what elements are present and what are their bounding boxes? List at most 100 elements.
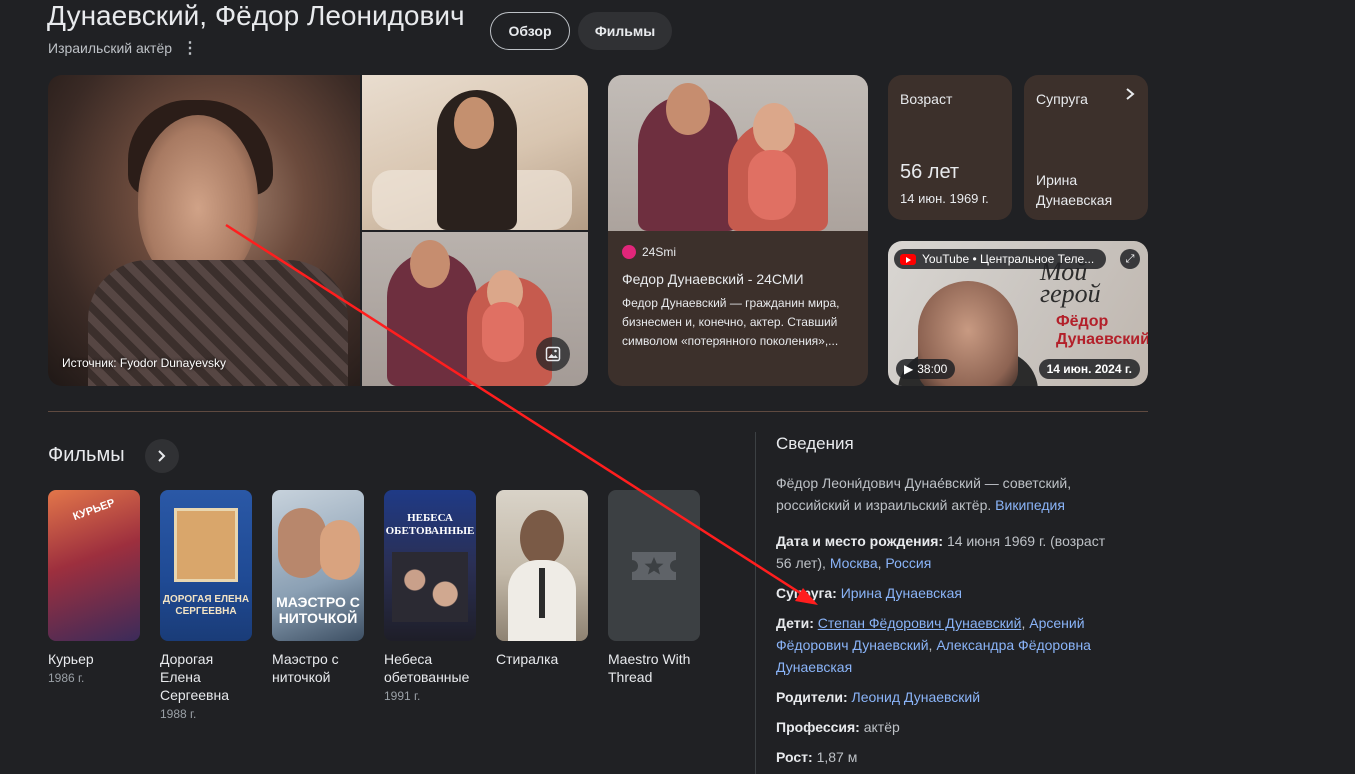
birth-label: Дата и место рождения: xyxy=(776,533,944,549)
movie-ticket-icon xyxy=(632,551,676,580)
info-parents: Родители: Леонид Дунаевский xyxy=(776,686,1106,708)
video-channel-bar: YouTube • Центральное Теле... xyxy=(894,249,1106,269)
spouse-link[interactable]: Ирина Дунаевская xyxy=(841,585,962,601)
article-title[interactable]: Федор Дунаевский - 24СМИ xyxy=(622,271,804,287)
poster-face xyxy=(278,508,326,578)
info-profession: Профессия: актёр xyxy=(776,716,1106,738)
film-title: Дорогая Елена Сергеевна xyxy=(160,651,230,703)
poster-cast xyxy=(392,552,468,622)
film-poster: КУРЬЕР xyxy=(48,490,140,641)
poster-face xyxy=(520,510,564,566)
photo-caption: Источник: Fyodor Dunayevsky xyxy=(62,356,226,370)
info-birth: Дата и место рождения: 14 июня 1969 г. (… xyxy=(776,533,1106,571)
film-card[interactable]: КУРЬЕР Курьер 1986 г. xyxy=(48,490,140,685)
video-thumbnail[interactable]: Мой герой Фёдор Дунаевский YouTube • Цен… xyxy=(888,241,1148,386)
film-year: 1988 г. xyxy=(160,707,197,721)
article-image xyxy=(608,75,868,231)
video-overlay-name: Фёдор Дунаевский xyxy=(1056,313,1148,348)
image-gallery-icon[interactable] xyxy=(536,337,570,371)
film-card[interactable]: ДОРОГАЯ ЕЛЕНА СЕРГЕЕВНА Дорогая Елена Се… xyxy=(160,490,252,721)
film-poster: НЕБЕСА ОБЕТОВАННЫЕ xyxy=(384,490,476,641)
photo-family-face xyxy=(410,240,450,288)
youtube-icon xyxy=(900,253,916,265)
film-title: Небеса обетованные xyxy=(384,651,470,685)
video-channel: YouTube • Центральное Теле... xyxy=(922,252,1095,266)
height-label: Рост: xyxy=(776,749,813,765)
poster-title: КУРЬЕР xyxy=(71,496,117,524)
film-poster-placeholder xyxy=(608,490,700,641)
photo-family-face xyxy=(666,83,710,135)
age-value: 56 лет xyxy=(900,161,960,183)
article-card[interactable]: 24Smi Федор Дунаевский - 24СМИ Федор Дун… xyxy=(608,75,868,386)
film-title: Маэстро с ниточкой xyxy=(272,651,339,685)
play-icon: ▶ xyxy=(904,362,914,376)
spouse-row-label: Супруга: xyxy=(776,585,837,601)
film-card[interactable]: МАЭСТРО С НИТОЧКОЙ Маэстро с ниточкой xyxy=(272,490,364,689)
video-duration-badge: ▶ 38:00 xyxy=(896,359,956,379)
photo-family-child xyxy=(748,150,796,220)
film-year: 1991 г. xyxy=(384,689,421,703)
film-poster xyxy=(496,490,588,641)
parent-link[interactable]: Леонид Дунаевский xyxy=(852,689,981,705)
children-label: Дети: xyxy=(776,615,814,631)
photo-man-face xyxy=(454,97,494,149)
article-snippet: Федор Дунаевский — гражданин мира, бизне… xyxy=(622,296,840,348)
poster-photo xyxy=(174,508,238,582)
info-spouse: Супруга: Ирина Дунаевская xyxy=(776,582,1106,604)
profession-value: актёр xyxy=(863,719,900,735)
page-title: Дунаевский, Фёдор Леонидович xyxy=(47,0,465,31)
film-title: Курьер xyxy=(48,651,94,667)
video-date: 14 июн. 2024 г. xyxy=(1038,359,1140,379)
tab-overview[interactable]: Обзор xyxy=(490,12,570,50)
expand-icon[interactable]: ⤢ xyxy=(1120,249,1140,269)
poster-tie xyxy=(539,568,545,618)
film-card[interactable]: НЕБЕСА ОБЕТОВАННЫЕ Небеса обетованные 19… xyxy=(384,490,476,703)
photo-top-right[interactable] xyxy=(362,75,588,230)
more-options-icon[interactable]: ⋮ xyxy=(182,38,198,58)
spouse-label: Супруга xyxy=(1036,91,1088,107)
films-more-button[interactable] xyxy=(145,439,179,473)
height-value: 1,87 м xyxy=(816,749,858,765)
poster-face xyxy=(320,520,360,580)
spouse-tile[interactable]: Супруга Ирина Дунаевская xyxy=(1024,75,1148,220)
article-source: 24Smi xyxy=(622,245,676,259)
column-divider xyxy=(755,432,756,774)
chevron-right-icon xyxy=(158,450,166,462)
photo-family-child xyxy=(482,302,524,362)
film-title: Maestro With Thread xyxy=(608,651,691,685)
child-link[interactable]: Степан Фёдорович Дунаевский xyxy=(818,615,1022,631)
subtitle-text: Израильский актёр xyxy=(48,40,173,56)
film-poster: ДОРОГАЯ ЕЛЕНА СЕРГЕЕВНА xyxy=(160,490,252,641)
info-heading: Сведения xyxy=(776,434,854,453)
info-height: Рост: 1,87 м xyxy=(776,746,1106,768)
article-source-name: 24Smi xyxy=(642,245,677,259)
photo-family-face xyxy=(753,103,795,153)
image-icon xyxy=(545,346,561,362)
info-description: Фёдор Леони́дович Дунае́вский — советски… xyxy=(776,472,1106,516)
film-poster: МАЭСТРО С НИТОЧКОЙ xyxy=(272,490,364,641)
spouse-name: Ирина Дунаевская xyxy=(1036,172,1113,208)
film-year: 1986 г. xyxy=(48,671,85,685)
film-card[interactable]: Maestro With Thread xyxy=(608,490,700,689)
poster-title: НЕБЕСА ОБЕТОВАННЫЕ xyxy=(385,512,475,537)
subtitle: Израильский актёр ⋮ xyxy=(48,38,198,58)
main-photo[interactable] xyxy=(48,75,360,386)
site-favicon-icon xyxy=(622,245,636,259)
films-heading: Фильмы xyxy=(48,444,125,466)
parents-label: Родители: xyxy=(776,689,848,705)
birth-city-link[interactable]: Москва xyxy=(830,555,878,571)
chevron-right-icon xyxy=(1124,87,1136,106)
film-card[interactable]: Стиралка xyxy=(496,490,588,671)
profession-label: Профессия: xyxy=(776,719,860,735)
video-duration: 38:00 xyxy=(917,362,948,376)
poster-title: ДОРОГАЯ ЕЛЕНА СЕРГЕЕВНА xyxy=(162,594,250,617)
film-title: Стиралка xyxy=(496,651,559,667)
birth-date: 14 июн. 1969 г. xyxy=(900,191,989,206)
poster-title: МАЭСТРО С НИТОЧКОЙ xyxy=(276,594,360,626)
section-divider xyxy=(48,411,1148,412)
wikipedia-link[interactable]: Википедия xyxy=(995,497,1065,513)
tab-films[interactable]: Фильмы xyxy=(578,12,672,50)
birth-country-link[interactable]: Россия xyxy=(885,555,931,571)
age-label: Возраст xyxy=(900,91,953,107)
age-tile[interactable]: Возраст 56 лет 14 июн. 1969 г. xyxy=(888,75,1012,220)
